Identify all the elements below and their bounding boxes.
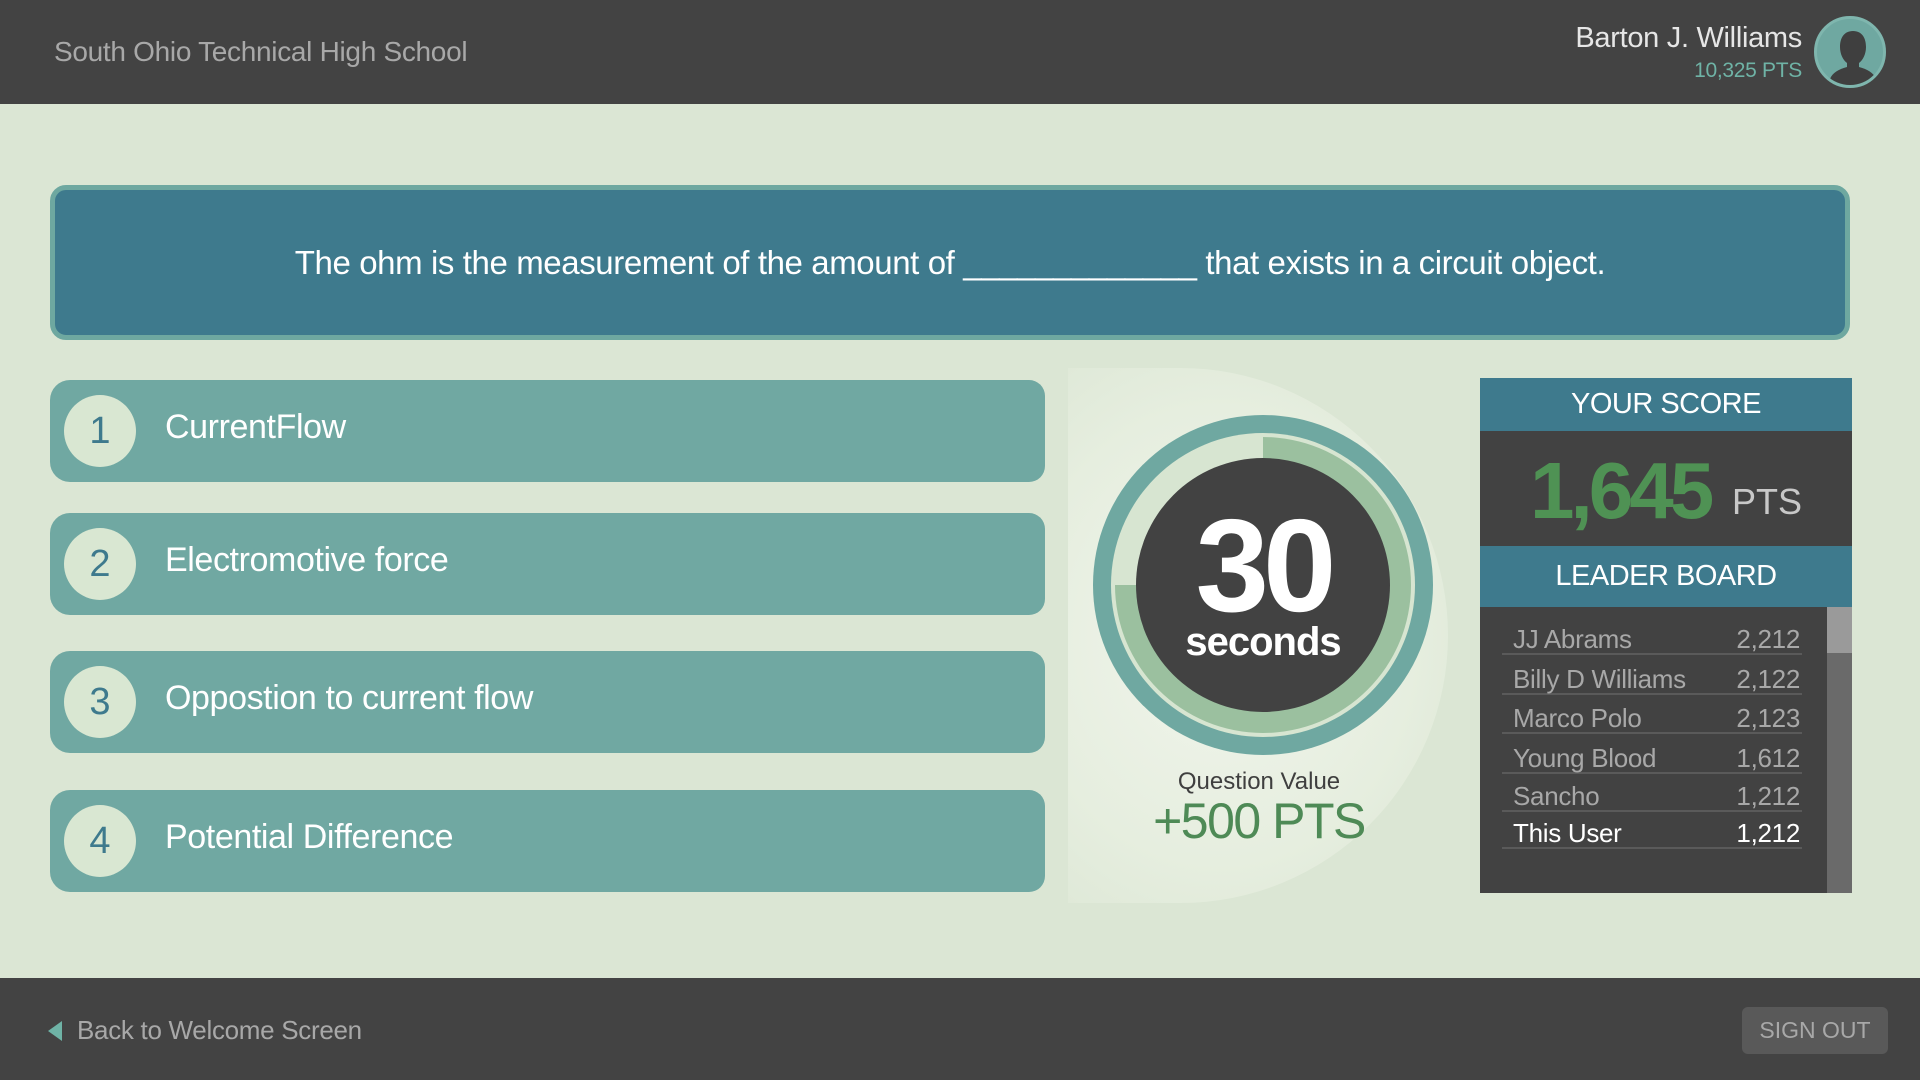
- timer-unit: seconds: [1185, 620, 1341, 664]
- leaderboard-name: Marco Polo: [1513, 703, 1642, 733]
- answer-option-1[interactable]: 1 CurrentFlow: [50, 380, 1045, 482]
- your-score-panel: 1,645 PTS: [1480, 431, 1852, 546]
- your-score-heading: YOUR SCORE: [1480, 378, 1852, 431]
- leaderboard-row: Young Blood 1,612: [1502, 736, 1802, 774]
- leaderboard-name: JJ Abrams: [1513, 624, 1632, 654]
- user-silhouette-icon: [1830, 31, 1876, 85]
- sign-out-button[interactable]: SIGN OUT: [1742, 1007, 1888, 1054]
- question-panel: The ohm is the measurement of the amount…: [50, 185, 1850, 340]
- leaderboard-name: Young Blood: [1513, 743, 1657, 773]
- answer-number: 1: [64, 395, 136, 467]
- avatar[interactable]: [1814, 16, 1886, 88]
- leaderboard-name: Sancho: [1513, 781, 1600, 811]
- back-label: Back to Welcome Screen: [77, 1015, 362, 1045]
- answer-number: 2: [64, 528, 136, 600]
- user-name: Barton J. Williams: [1575, 22, 1802, 54]
- back-arrow-icon: [48, 1020, 62, 1041]
- question-value: +500 PTS: [1153, 793, 1366, 849]
- leaderboard-row: Marco Polo 2,123: [1502, 696, 1802, 734]
- answer-label: Electromotive force: [165, 541, 449, 579]
- answer-option-2[interactable]: 2 Electromotive force: [50, 513, 1045, 615]
- answer-label: Potential Difference: [165, 818, 454, 856]
- header-bar: South Ohio Technical High School Barton …: [0, 0, 1920, 104]
- leaderboard-row: JJ Abrams 2,212: [1502, 617, 1802, 655]
- leaderboard-points: 1,212: [1736, 781, 1800, 811]
- leaderboard-points: 2,123: [1736, 703, 1800, 733]
- back-to-welcome-link[interactable]: Back to Welcome Screen: [48, 1015, 362, 1046]
- answer-option-3[interactable]: 3 Oppostion to current flow: [50, 651, 1045, 753]
- leaderboard-row-current-user: This User 1,212: [1502, 811, 1802, 849]
- leaderboard-name: This User: [1513, 818, 1622, 848]
- score-unit: PTS: [1732, 481, 1803, 522]
- question-text: The ohm is the measurement of the amount…: [294, 243, 1606, 281]
- score-value: 1,645: [1530, 446, 1714, 535]
- leaderboard-list: JJ Abrams 2,212 Billy D Williams 2,122 M…: [1480, 607, 1852, 893]
- leaderboard-name: Billy D Williams: [1513, 664, 1686, 694]
- leaderboard-row: Billy D Williams 2,122: [1502, 657, 1802, 695]
- leaderboard-points: 2,212: [1736, 624, 1800, 654]
- leaderboard-heading: LEADER BOARD: [1480, 546, 1852, 607]
- scrollbar-thumb[interactable]: [1827, 607, 1852, 653]
- answer-number: 4: [64, 805, 136, 877]
- answer-label: Oppostion to current flow: [165, 679, 533, 717]
- answer-label: CurrentFlow: [165, 408, 346, 446]
- user-info: Barton J. Williams 10,325 PTS: [1575, 22, 1802, 83]
- footer-bar: Back to Welcome Screen SIGN OUT: [0, 978, 1920, 1080]
- user-points: 10,325 PTS: [1694, 59, 1802, 82]
- leaderboard-points: 1,212: [1736, 818, 1800, 848]
- school-name: South Ohio Technical High School: [54, 36, 468, 67]
- answer-number: 3: [64, 666, 136, 738]
- leaderboard-points: 1,612: [1736, 743, 1800, 773]
- timer-value: 30: [1195, 492, 1337, 639]
- answer-option-4[interactable]: 4 Potential Difference: [50, 790, 1045, 892]
- leaderboard-scrollbar[interactable]: [1827, 607, 1852, 893]
- leaderboard-points: 2,122: [1736, 664, 1800, 694]
- leaderboard-row: Sancho 1,212: [1502, 774, 1802, 812]
